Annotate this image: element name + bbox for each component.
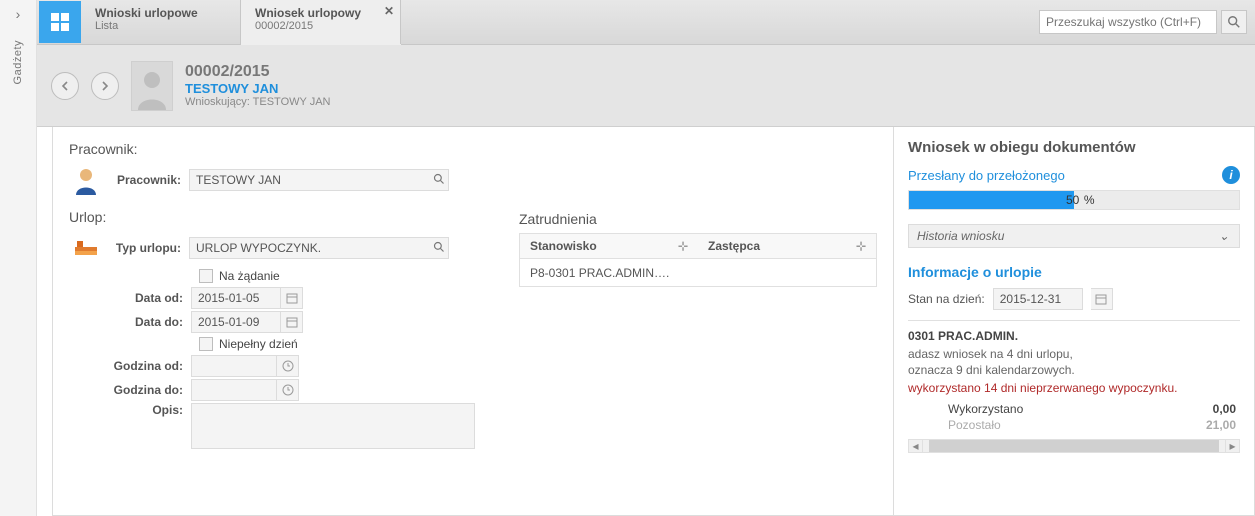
date-from-label: Data od: xyxy=(69,291,191,305)
history-label: Historia wniosku xyxy=(917,229,1004,243)
description-field[interactable] xyxy=(191,403,475,449)
document-requester: Wnioskujący: TESTOWY JAN xyxy=(185,96,330,108)
hour-from-field[interactable] xyxy=(191,355,277,377)
progress-symbol: % xyxy=(1084,191,1095,209)
leave-type-icon xyxy=(69,231,103,265)
tab-sub: 00002/2015 xyxy=(255,20,386,32)
leave-type-label: Typ urlopu: xyxy=(103,241,189,255)
home-button[interactable] xyxy=(39,1,81,43)
document-number: 00002/2015 xyxy=(185,63,330,81)
leave-type-field[interactable] xyxy=(189,237,449,259)
clock-icon[interactable] xyxy=(277,355,299,377)
form-right: Zatrudnienia Stanowisko ⊹ Zastępca ⊹ P8-… xyxy=(519,141,877,501)
tab-list[interactable]: Wnioski urlopowe Lista xyxy=(81,0,241,44)
horizontal-scrollbar[interactable]: ◂ ▸ xyxy=(908,439,1240,453)
col-position[interactable]: Stanowisko ⊹ xyxy=(520,239,698,253)
requester-label: Wnioskujący: xyxy=(185,96,250,108)
history-toggle[interactable]: Historia wniosku ⌄ xyxy=(908,224,1240,248)
partial-day-label: Niepełny dzień xyxy=(219,337,298,351)
document-titles: 00002/2015 TESTOWY JAN Wnioskujący: TEST… xyxy=(185,63,330,108)
employee-field[interactable] xyxy=(189,169,449,191)
info-icon[interactable]: i xyxy=(1222,166,1240,184)
calendar-icon[interactable] xyxy=(1091,288,1113,310)
date-to-label: Data do: xyxy=(69,315,191,329)
description-label: Opis: xyxy=(69,403,191,417)
search-button[interactable] xyxy=(1221,10,1247,34)
tab-current[interactable]: Wniosek urlopowy 00002/2015 ✕ xyxy=(241,0,401,44)
workflow-title: Wniosek w obiegu dokumentów xyxy=(908,139,1240,156)
pin-icon[interactable]: ⊹ xyxy=(678,239,688,253)
remaining-label: Pozostało xyxy=(948,418,1001,432)
tab-title: Wnioski urlopowe xyxy=(95,6,226,20)
top-bar: Wnioski urlopowe Lista Wniosek urlopowy … xyxy=(37,0,1255,45)
table-row[interactable]: P8-0301 PRAC.ADMIN…. xyxy=(519,259,877,287)
global-search xyxy=(1031,0,1255,44)
section-employee: Pracownik: xyxy=(69,141,499,157)
document-employee[interactable]: TESTOWY JAN xyxy=(185,81,330,96)
progress-fill xyxy=(909,191,1074,209)
main-column: Pracownik: Pracownik: Urlop: Typ u xyxy=(52,127,894,516)
calendar-icon[interactable] xyxy=(281,311,303,333)
leave-alert: wykorzystano 14 dni nieprzerwanego wypoc… xyxy=(908,381,1240,395)
clock-icon[interactable] xyxy=(277,379,299,401)
cell-position: P8-0301 PRAC.ADMIN…. xyxy=(520,266,698,280)
on-demand-checkbox[interactable] xyxy=(199,269,213,283)
side-panel: Wniosek w obiegu dokumentów Przesłany do… xyxy=(894,127,1255,516)
lookup-icon[interactable] xyxy=(433,173,445,188)
section-employment: Zatrudnienia xyxy=(519,211,877,227)
used-value: 0,00 xyxy=(1213,402,1236,416)
avatar xyxy=(131,61,173,111)
tab-title: Wniosek urlopowy xyxy=(255,6,386,20)
asof-label: Stan na dzień: xyxy=(908,292,985,306)
scroll-right-icon[interactable]: ▸ xyxy=(1225,440,1239,452)
pin-icon[interactable]: ⊹ xyxy=(856,239,866,253)
rail-expand-icon[interactable]: › xyxy=(0,0,36,32)
next-record-button[interactable] xyxy=(91,72,119,100)
employment-header: Stanowisko ⊹ Zastępca ⊹ xyxy=(519,233,877,259)
used-label: Wykorzystano xyxy=(948,402,1023,416)
document-header: 00002/2015 TESTOWY JAN Wnioskujący: TEST… xyxy=(37,45,1255,127)
close-icon[interactable]: ✕ xyxy=(384,4,394,18)
col-substitute[interactable]: Zastępca ⊹ xyxy=(698,239,876,253)
prev-record-button[interactable] xyxy=(51,72,79,100)
asof-field[interactable] xyxy=(993,288,1083,310)
lookup-icon[interactable] xyxy=(433,241,445,256)
on-demand-label: Na żądanie xyxy=(219,269,280,283)
hour-to-label: Godzina do: xyxy=(69,383,191,397)
leave-stats: Wykorzystano 0,00 Pozostało 21,00 xyxy=(908,401,1240,433)
content: Pracownik: Pracownik: Urlop: Typ u xyxy=(52,127,1255,516)
date-to-field[interactable] xyxy=(191,311,281,333)
form-left: Pracownik: Pracownik: Urlop: Typ u xyxy=(69,141,499,501)
rail-label: Gadżety xyxy=(12,40,24,84)
calendar-icon[interactable] xyxy=(281,287,303,309)
section-leave: Urlop: xyxy=(69,209,499,225)
search-input[interactable] xyxy=(1039,10,1217,34)
position-heading: 0301 PRAC.ADMIN. xyxy=(908,329,1240,343)
remaining-value: 21,00 xyxy=(1206,418,1236,432)
tab-sub: Lista xyxy=(95,20,226,32)
workflow-status: Przesłany do przełożonego xyxy=(908,168,1065,183)
partial-day-checkbox[interactable] xyxy=(199,337,213,351)
scroll-left-icon[interactable]: ◂ xyxy=(909,440,923,452)
gadgets-rail: › Gadżety xyxy=(0,0,37,516)
date-from-field[interactable] xyxy=(191,287,281,309)
employee-icon xyxy=(69,163,103,197)
progress-bar: 50 % xyxy=(908,190,1240,210)
requester-value: TESTOWY JAN xyxy=(253,96,331,108)
leave-info-title: Informacje o urlopie xyxy=(908,264,1240,280)
leave-note-2: oznacza 9 dni kalendarzowych. xyxy=(908,363,1240,377)
leave-note-1: adasz wniosek na 4 dni urlopu, xyxy=(908,347,1240,361)
hour-from-label: Godzina od: xyxy=(69,359,191,373)
progress-percent: 50 xyxy=(1066,191,1079,209)
chevron-down-icon[interactable]: ⌄ xyxy=(1219,229,1231,243)
hour-to-field[interactable] xyxy=(191,379,277,401)
employee-label: Pracownik: xyxy=(103,173,189,187)
scroll-thumb[interactable] xyxy=(929,440,1219,452)
